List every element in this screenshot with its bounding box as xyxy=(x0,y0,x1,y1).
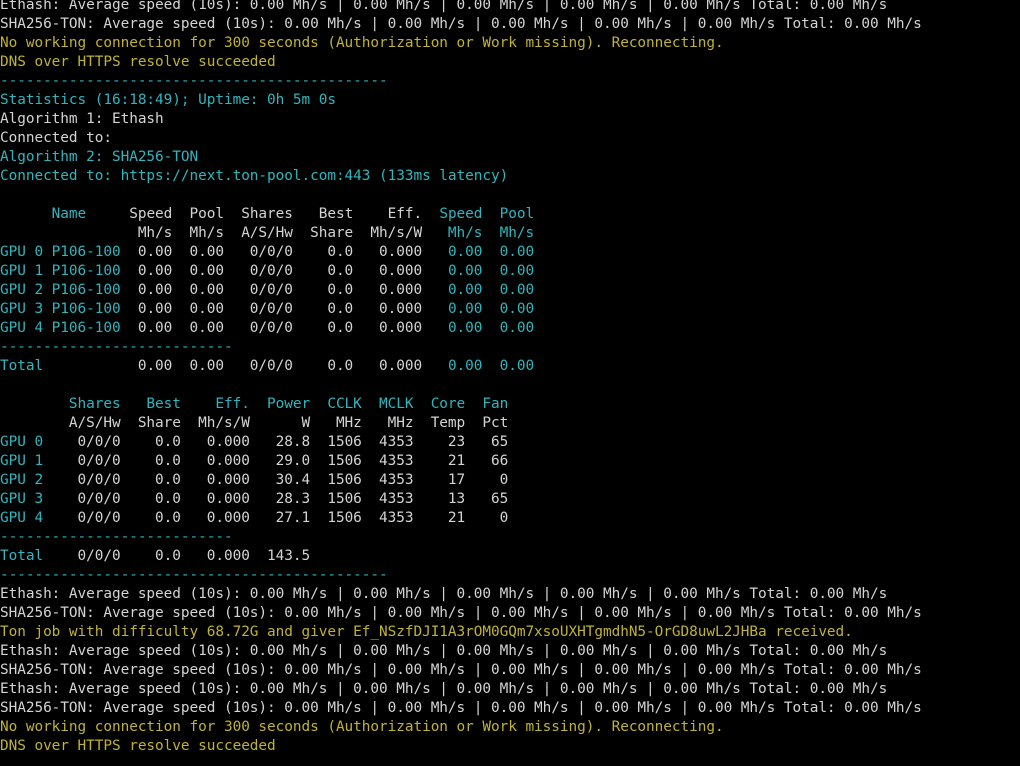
terminal-line: ----------------------------------------… xyxy=(0,567,388,583)
terminal-line: DNS over HTTPS resolve succeeded xyxy=(0,738,276,754)
terminal-segment: 0/0/0 0.0 0.000 28.8 1506 4353 23 65 xyxy=(68,434,509,450)
terminal-segment: 0.00 0.00 xyxy=(439,282,535,298)
terminal-line: Algorithm 2: SHA256-TON xyxy=(0,149,199,165)
terminal-line: SHA256-TON: Average speed (10s): 0.00 Mh… xyxy=(0,605,922,621)
terminal-line: GPU 0 P106-100 0.00 0.00 0/0/0 0.0 0.000… xyxy=(0,243,1020,262)
terminal-line: Ethash: Average speed (10s): 0.00 Mh/s |… xyxy=(0,681,888,697)
terminal-segment: 0/0/0 0.0 0.000 27.1 1506 4353 21 0 xyxy=(68,510,509,526)
terminal-line: Algorithm 1: Ethash xyxy=(0,111,164,127)
terminal-segment: 0.00 0.00 0/0/0 0.0 0.000 xyxy=(137,263,440,279)
terminal-segment: Mh/s Mh/s A/S/Hw Share Mh/s/W xyxy=(0,225,440,241)
terminal-line: Total 0.00 0.00 0/0/0 0.0 0.000 0.00 0.0… xyxy=(0,357,1020,376)
terminal-segment: GPU 2 xyxy=(0,472,69,488)
terminal-line: Connected to: xyxy=(0,130,112,146)
terminal-segment: 0/0/0 0.0 0.000 30.4 1506 4353 17 0 xyxy=(68,472,509,488)
terminal-line: --------------------------- xyxy=(0,529,233,545)
terminal-output[interactable]: Ethash: Average speed (10s): 0.00 Mh/s |… xyxy=(0,0,1020,762)
terminal-segment: 0.00 0.00 xyxy=(439,320,535,336)
terminal-line: Ethash: Average speed (10s): 0.00 Mh/s |… xyxy=(0,586,888,602)
terminal-segment: GPU 0 xyxy=(0,434,69,450)
terminal-line: No working connection for 300 seconds (A… xyxy=(0,35,724,51)
terminal-line: Statistics (16:18:49); Uptime: 0h 5m 0s xyxy=(0,92,336,108)
terminal-line: Shares Best Eff. Power CCLK MCLK Core Fa… xyxy=(0,396,509,412)
terminal-line: Ethash: Average speed (10s): 0.00 Mh/s |… xyxy=(0,0,888,13)
terminal-line: GPU 3 P106-100 0.00 0.00 0/0/0 0.0 0.000… xyxy=(0,300,1020,319)
terminal-line: GPU 2 0/0/0 0.0 0.000 30.4 1506 4353 17 … xyxy=(0,471,1020,490)
terminal-segment: GPU 4 P106-100 xyxy=(0,320,138,336)
terminal-segment: 0.00 0.00 xyxy=(439,244,535,260)
terminal-segment: 0.00 0.00 0/0/0 0.0 0.000 xyxy=(137,244,440,260)
terminal-segment: GPU 1 xyxy=(0,453,69,469)
terminal-line: SHA256-TON: Average speed (10s): 0.00 Mh… xyxy=(0,700,922,716)
terminal-line: Connected to: https://next.ton-pool.com:… xyxy=(0,168,509,184)
terminal-segment: GPU 4 xyxy=(0,510,69,526)
terminal-line: GPU 3 0/0/0 0.0 0.000 28.3 1506 4353 13 … xyxy=(0,490,1020,509)
terminal-segment: GPU 2 P106-100 xyxy=(0,282,138,298)
terminal-line: GPU 4 P106-100 0.00 0.00 0/0/0 0.0 0.000… xyxy=(0,319,1020,338)
terminal-line: DNS over HTTPS resolve succeeded xyxy=(0,54,276,70)
terminal-line: SHA256-TON: Average speed (10s): 0.00 Mh… xyxy=(0,662,922,678)
terminal-line: Mh/s Mh/s A/S/Hw Share Mh/s/W Mh/s Mh/s xyxy=(0,224,1020,243)
terminal-segment: Total xyxy=(0,548,69,564)
terminal-segment: Speed Pool Shares Best Eff. xyxy=(129,206,440,222)
terminal-line: A/S/Hw Share Mh/s/W W MHz MHz Temp Pct xyxy=(0,415,509,431)
terminal-segment: Mh/s Mh/s xyxy=(439,225,535,241)
terminal-line: Ton job with difficulty 68.72G and giver… xyxy=(0,624,853,640)
terminal-segment: 0.00 0.00 0/0/0 0.0 0.000 xyxy=(137,358,440,374)
terminal-segment: GPU 3 xyxy=(0,491,69,507)
terminal-segment: 0.00 0.00 0/0/0 0.0 0.000 xyxy=(137,282,440,298)
terminal-line: GPU 0 0/0/0 0.0 0.000 28.8 1506 4353 23 … xyxy=(0,433,1020,452)
terminal-segment: 0/0/0 0.0 0.000 28.3 1506 4353 13 65 xyxy=(68,491,509,507)
terminal-line: --------------------------- xyxy=(0,339,233,355)
terminal-line: Name Speed Pool Shares Best Eff. Speed P… xyxy=(0,205,1020,224)
terminal-line: Total 0/0/0 0.0 0.000 143.5 xyxy=(0,547,1020,566)
terminal-segment: 0.00 0.00 xyxy=(439,263,535,279)
terminal-line: No working connection for 300 seconds (A… xyxy=(0,719,724,735)
terminal-line: GPU 4 0/0/0 0.0 0.000 27.1 1506 4353 21 … xyxy=(0,509,1020,528)
terminal-line: GPU 2 P106-100 0.00 0.00 0/0/0 0.0 0.000… xyxy=(0,281,1020,300)
terminal-line: SHA256-TON: Average speed (10s): 0.00 Mh… xyxy=(0,16,922,32)
terminal-line: ----------------------------------------… xyxy=(0,73,388,89)
terminal-segment: Total xyxy=(0,358,138,374)
terminal-segment: 0.00 0.00 xyxy=(439,301,535,317)
terminal-segment: Speed Pool xyxy=(439,206,535,222)
terminal-segment: 0.00 0.00 xyxy=(439,358,535,374)
terminal-segment: Name xyxy=(0,206,130,222)
terminal-segment: GPU 1 P106-100 xyxy=(0,263,138,279)
terminal-segment: 0.00 0.00 0/0/0 0.0 0.000 xyxy=(137,320,440,336)
terminal-segment: 0/0/0 0.0 0.000 143.5 xyxy=(68,548,311,564)
terminal-segment: 0.00 0.00 0/0/0 0.0 0.000 xyxy=(137,301,440,317)
terminal-line: Ethash: Average speed (10s): 0.00 Mh/s |… xyxy=(0,643,888,659)
terminal-segment: GPU 0 P106-100 xyxy=(0,244,138,260)
terminal-segment: 0/0/0 0.0 0.000 29.0 1506 4353 21 66 xyxy=(68,453,509,469)
terminal-segment: GPU 3 P106-100 xyxy=(0,301,138,317)
terminal-line: GPU 1 0/0/0 0.0 0.000 29.0 1506 4353 21 … xyxy=(0,452,1020,471)
terminal-line: GPU 1 P106-100 0.00 0.00 0/0/0 0.0 0.000… xyxy=(0,262,1020,281)
